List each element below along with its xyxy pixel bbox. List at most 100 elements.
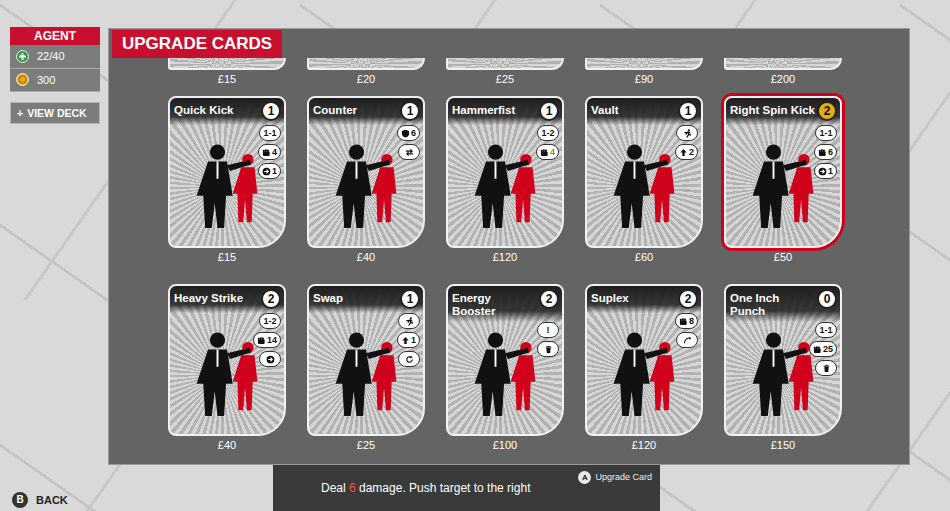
- stat-pill: [398, 313, 420, 329]
- stat-pill: 1: [397, 332, 420, 348]
- card-stats: !: [448, 322, 562, 357]
- card-price: £25: [307, 436, 425, 452]
- card-slot: Quick Kick11-141£15: [168, 96, 286, 264]
- description-bar: Deal 6 damage. Push target to the right A…: [273, 465, 660, 511]
- push-arrow-icon: [262, 167, 271, 176]
- stat-pill: 4: [536, 144, 559, 160]
- card-header: Quick Kick1: [170, 98, 284, 125]
- cost-badge: 1: [400, 289, 420, 309]
- card-header: Right Spin Kick 2: [726, 98, 840, 125]
- card-stats: 1-2 14: [170, 313, 284, 367]
- view-deck-button[interactable]: +VIEW DECK: [10, 102, 100, 124]
- card-header: Swap1: [309, 286, 423, 313]
- cost-badge: 2: [817, 101, 837, 121]
- card-slot: Hammerfist11-24£120: [446, 96, 564, 264]
- push-arrow-icon: [818, 167, 827, 176]
- cost-badge: 1: [400, 101, 420, 121]
- cost-value: 1: [407, 102, 414, 120]
- cost-value: 2: [546, 290, 553, 308]
- cost-value: 2: [685, 290, 692, 308]
- card-name: Energy Booster: [452, 289, 537, 318]
- partial-card[interactable]: £15: [168, 58, 286, 86]
- upgrade-card-label: Upgrade Card: [595, 471, 652, 485]
- description-part: 6: [349, 481, 356, 495]
- stat-pill: 1-2: [259, 313, 281, 329]
- description-part: damage. Push target to the right: [356, 481, 531, 495]
- back-label: BACK: [36, 492, 68, 509]
- stat-pill: 6: [397, 125, 420, 141]
- upgrade-card[interactable]: Suplex28: [585, 284, 703, 436]
- card-name: Hammerfist: [452, 101, 537, 117]
- card-slot: Swap11£25: [307, 284, 425, 452]
- upgrade-card[interactable]: Energy Booster 2!: [446, 284, 564, 436]
- card-price: £40: [168, 436, 286, 452]
- stat-value: 6: [411, 129, 416, 138]
- partial-card[interactable]: £200: [724, 58, 842, 86]
- card-slot: Energy Booster2!£100: [446, 284, 564, 452]
- stat-pill: 14: [253, 332, 281, 348]
- stat-value: 1: [828, 167, 833, 176]
- card-name: Heavy Strike: [174, 289, 259, 305]
- upgrade-card[interactable]: Vault12: [585, 96, 703, 248]
- card-stats: 1: [309, 313, 423, 367]
- upgrade-card[interactable]: One Inch Punch01-125: [724, 284, 842, 436]
- card-stats: 8: [587, 313, 701, 348]
- cost-badge: 2: [539, 289, 559, 309]
- back-button[interactable]: B BACK: [0, 492, 273, 511]
- stat-value: 1-2: [541, 129, 554, 138]
- partial-card[interactable]: £90: [585, 58, 703, 86]
- stat-value: 1-1: [263, 129, 276, 138]
- description-part: Deal: [321, 481, 349, 495]
- upgrade-card[interactable]: Hammerfist11-24: [446, 96, 564, 248]
- fist-icon: [818, 148, 827, 157]
- stat-pill: 25: [809, 341, 837, 357]
- cost-value: 0: [824, 290, 831, 308]
- cost-value: 1: [685, 102, 692, 120]
- stat-value: !: [547, 326, 550, 335]
- card-header: Counter1: [309, 98, 423, 125]
- upgrade-card[interactable]: Counter1 6: [307, 96, 425, 248]
- cost-value: 2: [824, 102, 831, 120]
- shield-icon: [401, 129, 410, 138]
- upgrade-card[interactable]: Swap11: [307, 284, 425, 436]
- stat-value: 8: [689, 317, 694, 326]
- stat-value: 1: [411, 336, 416, 345]
- up-arrow-icon: [679, 148, 688, 157]
- stat-value: 14: [267, 336, 277, 345]
- b-key-icon: B: [12, 492, 28, 508]
- cost-badge: 2: [678, 289, 698, 309]
- stat-value: 2: [689, 148, 694, 157]
- card-slot: Vault12£60: [585, 96, 703, 264]
- stat-value: 25: [823, 345, 833, 354]
- runner-icon: [405, 317, 414, 326]
- upgrade-card[interactable]: Right Spin Kick 2 1-1 6 1: [724, 96, 842, 248]
- card-price: £150: [724, 436, 842, 452]
- health-value: 22/40: [37, 48, 65, 65]
- partial-card-row: £15 £20 £25 £90 £200: [112, 58, 906, 86]
- cost-value: 1: [268, 102, 275, 120]
- fist-icon: [540, 148, 549, 157]
- card-name: Right Spin Kick: [730, 101, 815, 117]
- stat-pill: 1: [814, 163, 837, 179]
- partial-card[interactable]: £25: [446, 58, 564, 86]
- stat-pill: [676, 332, 698, 348]
- card-price: £20: [307, 70, 425, 86]
- throw-icon: [683, 336, 692, 345]
- upgrade-card-button[interactable]: AUpgrade Card: [578, 471, 652, 485]
- cost-value: 1: [407, 290, 414, 308]
- upgrade-card[interactable]: Quick Kick11-141: [168, 96, 286, 248]
- stat-value: 1-1: [819, 129, 832, 138]
- partial-card[interactable]: £20: [307, 58, 425, 86]
- upgrade-card[interactable]: Heavy Strike21-214: [168, 284, 286, 436]
- card-slot: Counter16£40: [307, 96, 425, 264]
- up-arrow-icon: [401, 336, 410, 345]
- bottom-strip: B BACK Deal 6 damage. Push target to the r…: [0, 465, 950, 511]
- runner-icon: [683, 129, 692, 138]
- push-arrow-icon: [266, 355, 275, 364]
- cost-badge: 0: [817, 289, 837, 309]
- health-row: 22/40: [10, 45, 100, 69]
- stat-value: 6: [828, 148, 833, 157]
- stat-pill: 1-2: [537, 125, 559, 141]
- money-value: 300: [37, 72, 55, 89]
- card-price: £120: [585, 436, 703, 452]
